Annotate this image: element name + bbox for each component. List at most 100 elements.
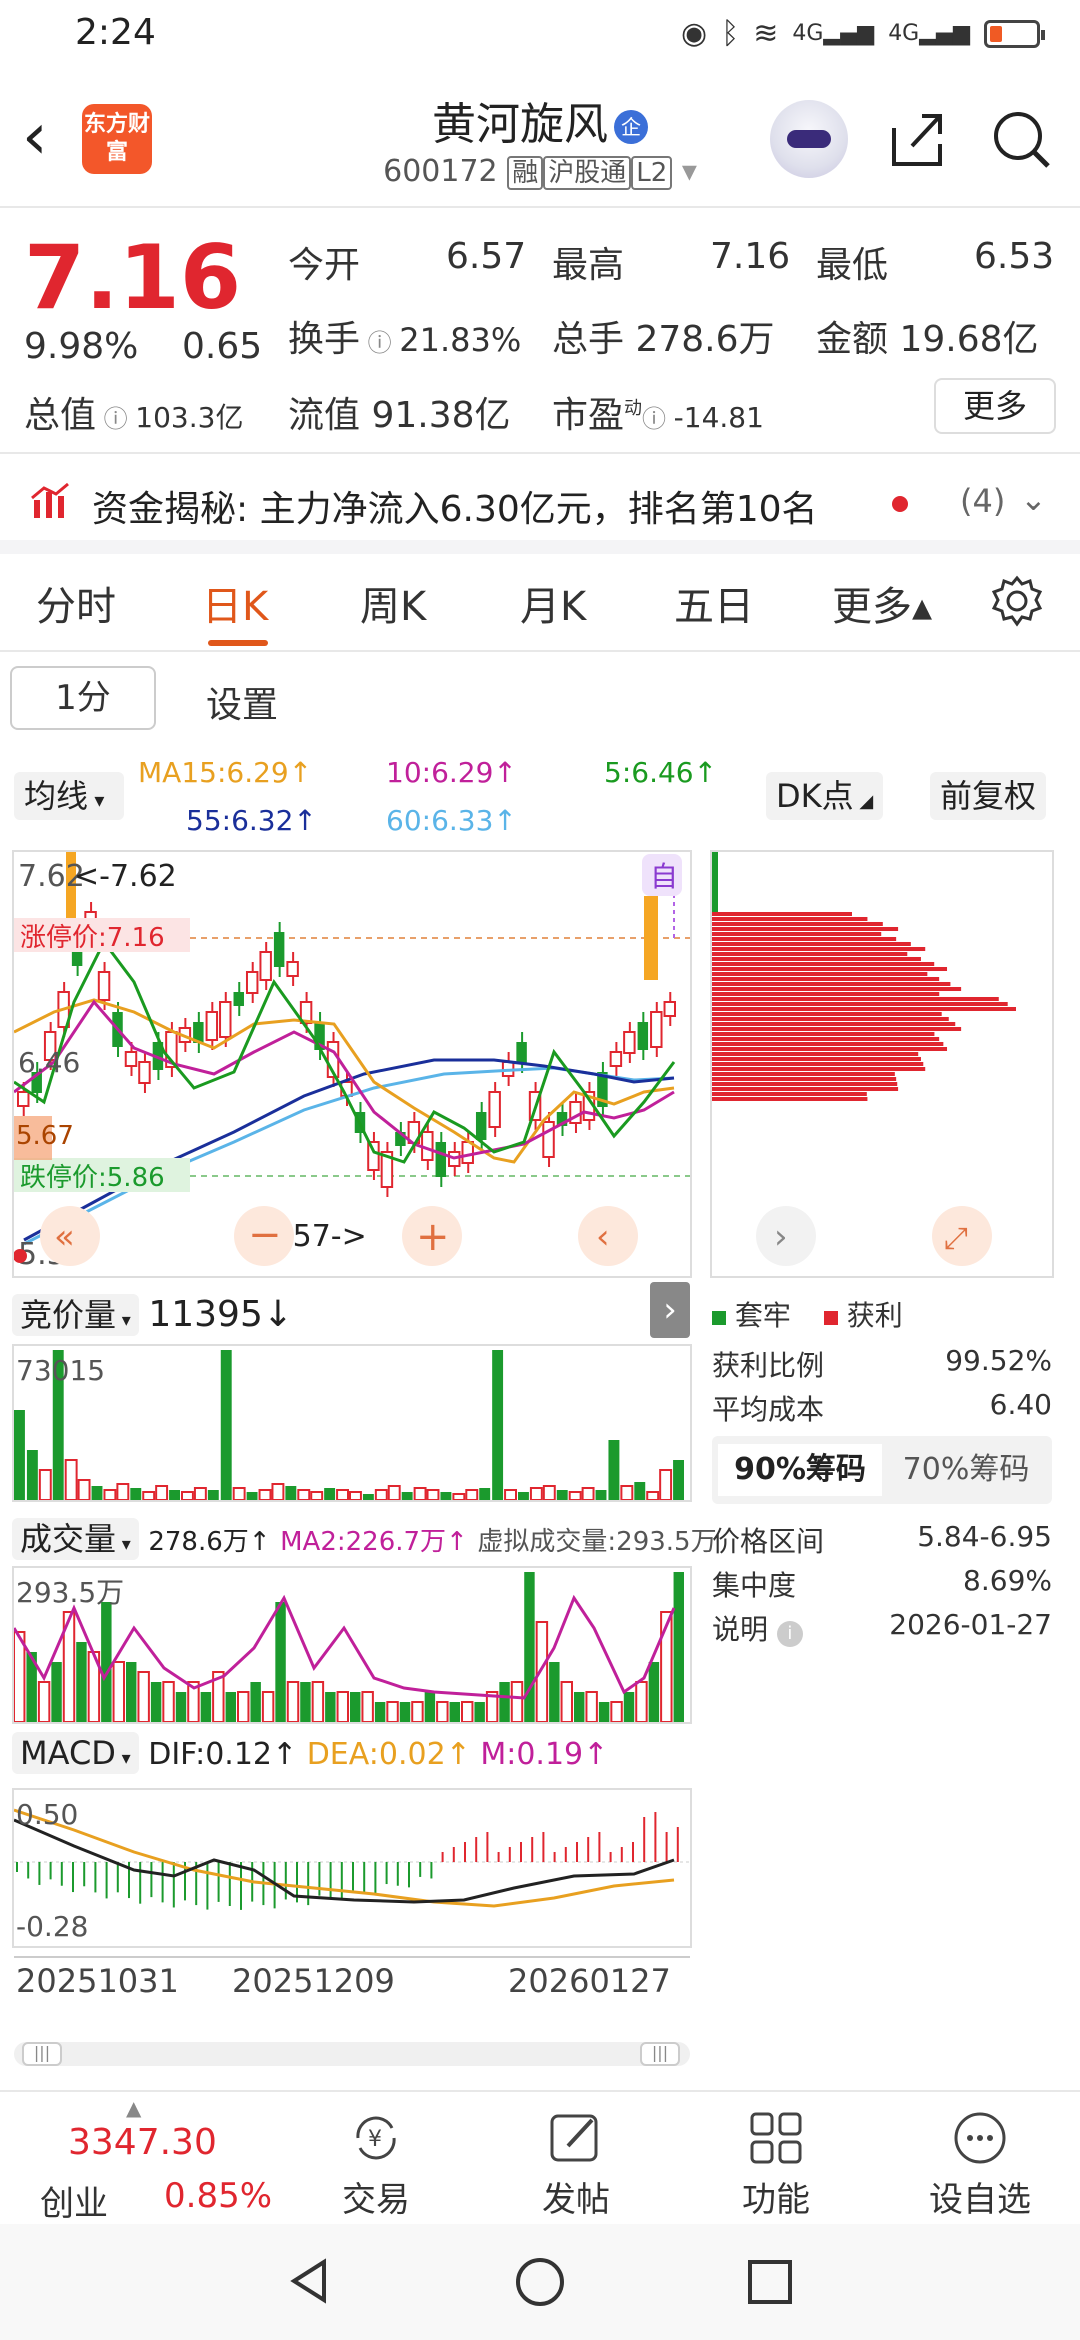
change-pct: 9.98% xyxy=(24,326,139,367)
quote-divider xyxy=(0,452,1080,454)
more-stats-button[interactable]: 更多 xyxy=(934,378,1056,434)
time-range-scrollbar[interactable] xyxy=(14,2042,690,2066)
ma10-value: 10:6.29↑ xyxy=(386,756,517,789)
ma-select[interactable]: 均线 ▾ xyxy=(14,772,124,820)
auction-bar xyxy=(246,1492,258,1500)
macd-select[interactable]: MACD ▾ xyxy=(12,1732,139,1774)
volume-bar xyxy=(250,1682,261,1722)
signal-icon-2: 4G▂▄▆ xyxy=(888,21,970,46)
scroll-handle-left[interactable]: ||| xyxy=(22,2042,62,2066)
caret-up-icon: ▲ xyxy=(126,2096,142,2120)
chevron-down-icon[interactable]: ⌄ xyxy=(1020,480,1047,518)
grid-icon xyxy=(750,2112,802,2164)
macd-bar xyxy=(27,1862,30,1879)
volume-bar xyxy=(411,1701,424,1723)
auction-bar xyxy=(258,1489,272,1501)
dropdown-caret-icon[interactable]: ▾ xyxy=(682,154,697,189)
chip-bar xyxy=(712,922,883,926)
chip-bar xyxy=(712,1097,868,1101)
change-amt: 0.65 xyxy=(182,326,263,367)
volume-select[interactable]: 成交量 ▾ xyxy=(12,1518,139,1560)
index-name[interactable]: 创业 xyxy=(40,2176,108,2225)
search-icon[interactable] xyxy=(988,106,1054,172)
kline-panel[interactable]: 7.62 <-7.62 涨停价:7.16 6.46 跌停价:5.86 5.67 … xyxy=(12,850,692,1278)
chip-distribution-panel[interactable]: › ⤢ xyxy=(710,850,1054,1278)
auction-bar xyxy=(620,1485,634,1501)
candle-body xyxy=(71,952,83,966)
back-triangle-icon[interactable] xyxy=(284,2256,334,2306)
volume-bar xyxy=(325,1692,336,1722)
fund-flow-row[interactable]: 资金揭秘: 主力净流入6.30亿元，排名第10名 (4) ⌄ xyxy=(0,462,1080,542)
chip-tab-70[interactable]: 70%筹码 xyxy=(884,1444,1048,1496)
macd-bar xyxy=(206,1862,209,1910)
share-icon[interactable] xyxy=(886,108,948,170)
macd-dea: DEA:0.02↑ xyxy=(306,1737,471,1772)
recents-square-icon[interactable] xyxy=(746,2258,794,2306)
tab-more[interactable]: 更多▴ xyxy=(832,574,932,632)
home-circle-icon[interactable] xyxy=(514,2256,566,2308)
last-price: 7.16 xyxy=(24,226,242,329)
gear-icon[interactable] xyxy=(990,574,1044,628)
macd-panel: 0.50 -0.28 xyxy=(12,1788,692,1948)
macd-top-label: 0.50 xyxy=(16,1798,78,1831)
info-icon[interactable]: i xyxy=(776,1621,803,1647)
auction-select[interactable]: 竞价量 ▾ xyxy=(12,1294,139,1336)
nav-trade[interactable]: ¥ 交易 xyxy=(296,2102,456,2221)
scroll-handle-right[interactable]: ||| xyxy=(640,2042,680,2066)
macd-bar xyxy=(94,1862,97,1893)
macd-bar xyxy=(374,1862,377,1895)
candle-body xyxy=(609,1051,623,1067)
auction-value: 11395↓ xyxy=(148,1294,294,1335)
chip-tab-90[interactable]: 90%筹码 xyxy=(718,1444,882,1496)
macd-bar xyxy=(620,1847,623,1862)
adjust-button[interactable]: 前复权 xyxy=(930,772,1047,820)
float-stat: 流值 91.38亿 xyxy=(288,395,511,436)
volume-bar xyxy=(648,1662,660,1722)
auction-bar xyxy=(91,1486,103,1500)
open-stat: 今开 xyxy=(288,245,361,286)
volume-bar xyxy=(175,1692,187,1722)
volume-header: 成交量 ▾ 278.6万↑ MA2:226.7万↑ 虚拟成交量:293.5万 xyxy=(12,1514,717,1560)
volume-bar xyxy=(275,1602,286,1722)
kline-left-mid: 6.46 xyxy=(18,1046,80,1079)
chip-bar xyxy=(712,1042,944,1046)
chip-bar xyxy=(712,1022,956,1026)
ai-assistant-icon[interactable] xyxy=(770,100,848,178)
auction-bar xyxy=(479,1488,491,1500)
candle-body xyxy=(516,1042,527,1063)
index-pct[interactable]: 0.85% xyxy=(164,2176,272,2216)
chip-bar xyxy=(712,1087,899,1091)
tab-daily[interactable]: 日K xyxy=(202,574,268,632)
self-button[interactable]: 自 xyxy=(650,860,678,893)
volume-bar xyxy=(610,1701,623,1723)
auction-bar xyxy=(426,1489,440,1501)
expand-right-icon[interactable]: › xyxy=(650,1282,690,1338)
volume-bar xyxy=(399,1702,411,1722)
bar-chart-icon xyxy=(31,482,69,518)
macd-bar xyxy=(475,1837,478,1862)
macd-bar xyxy=(329,1862,332,1899)
tab-weekly[interactable]: 周K xyxy=(360,574,426,632)
volume-top-label: 293.5万 xyxy=(16,1576,124,1609)
tab-monthly[interactable]: 月K xyxy=(520,574,586,632)
index-value[interactable]: 3347.30 xyxy=(68,2122,217,2163)
auction-bar xyxy=(581,1487,595,1501)
volume-bar xyxy=(200,1692,212,1722)
interval-1min-button[interactable]: 1分 xyxy=(10,666,156,730)
candle-body xyxy=(637,1022,649,1050)
dk-point-button[interactable]: DK点 ◢ xyxy=(766,772,884,820)
candle-body xyxy=(245,971,259,994)
nav-add-watchlist[interactable]: 设自选 xyxy=(900,2102,1060,2221)
auction-bar xyxy=(14,1410,25,1500)
auction-top-label: 73015 xyxy=(16,1354,105,1387)
chip-chart: › ⤢ xyxy=(712,852,1016,1266)
header-divider xyxy=(0,206,1080,208)
signal-icon-1: 4G▂▄▆ xyxy=(792,21,875,46)
chart-settings-link[interactable]: 设置 xyxy=(206,676,278,728)
macd-bar xyxy=(452,1847,455,1862)
nav-post[interactable]: 发帖 xyxy=(496,2102,656,2221)
nav-functions[interactable]: 功能 xyxy=(696,2102,856,2221)
tab-five-day[interactable]: 五日 xyxy=(674,574,754,632)
tab-intraday[interactable]: 分时 xyxy=(36,574,116,632)
kline-left-low: 5.67 xyxy=(16,1121,74,1151)
